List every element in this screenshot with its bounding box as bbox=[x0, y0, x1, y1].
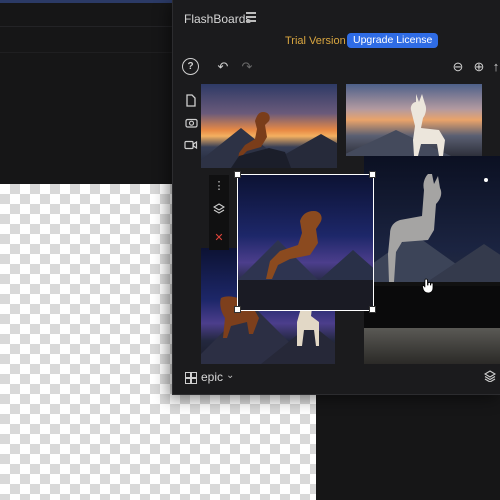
resize-handle-bottom-right[interactable] bbox=[369, 306, 376, 313]
zoom-in-icon[interactable]: ⊕ bbox=[470, 58, 488, 76]
app-title: FlashBoards bbox=[184, 12, 252, 26]
zoom-out-icon[interactable]: ⊖ bbox=[449, 58, 467, 76]
layers-panel-icon[interactable] bbox=[483, 370, 497, 385]
toolbar: ? ↶ ↷ ⊖ ⊕ ↑ bbox=[173, 56, 500, 78]
help-icon[interactable]: ? bbox=[182, 58, 199, 75]
undo-icon[interactable]: ↶ bbox=[214, 58, 232, 76]
resize-handle-top-left[interactable] bbox=[234, 171, 241, 178]
license-row: Trial Version Upgrade License bbox=[173, 32, 500, 50]
hand-cursor-icon bbox=[422, 278, 434, 294]
delete-icon[interactable]: ✕ bbox=[212, 231, 226, 245]
background-divider bbox=[0, 26, 175, 27]
board-name[interactable]: epic bbox=[201, 370, 223, 384]
trial-version-label: Trial Version bbox=[285, 35, 346, 47]
background-app-area bbox=[316, 394, 500, 500]
hamburger-menu-icon[interactable] bbox=[246, 12, 256, 22]
image-llama-night[interactable] bbox=[364, 156, 500, 364]
resize-handle-top-right[interactable] bbox=[369, 171, 376, 178]
redo-icon[interactable]: ↷ bbox=[238, 58, 256, 76]
more-icon[interactable]: ⋮ bbox=[212, 179, 226, 193]
camera-icon[interactable] bbox=[184, 117, 198, 131]
sidebar bbox=[173, 88, 203, 258]
video-icon[interactable] bbox=[184, 140, 198, 154]
chevron-down-icon[interactable]: ⌄ bbox=[226, 370, 234, 381]
background-tab-indicator bbox=[0, 0, 175, 3]
board-grid-icon[interactable] bbox=[185, 372, 197, 384]
layers-icon[interactable] bbox=[212, 203, 226, 217]
document-icon[interactable] bbox=[184, 94, 198, 108]
background-divider bbox=[0, 52, 175, 53]
upgrade-license-button[interactable]: Upgrade License bbox=[347, 33, 439, 48]
resize-handle-bottom-left[interactable] bbox=[234, 306, 241, 313]
image-llama-dawn[interactable] bbox=[346, 84, 482, 156]
more-tools-icon[interactable]: ↑ bbox=[491, 58, 500, 76]
image-context-toolbar: ⋮ ✕ bbox=[209, 175, 229, 250]
image-dog-sunset[interactable] bbox=[201, 84, 337, 168]
image-dog-night-selected[interactable] bbox=[237, 174, 374, 311]
